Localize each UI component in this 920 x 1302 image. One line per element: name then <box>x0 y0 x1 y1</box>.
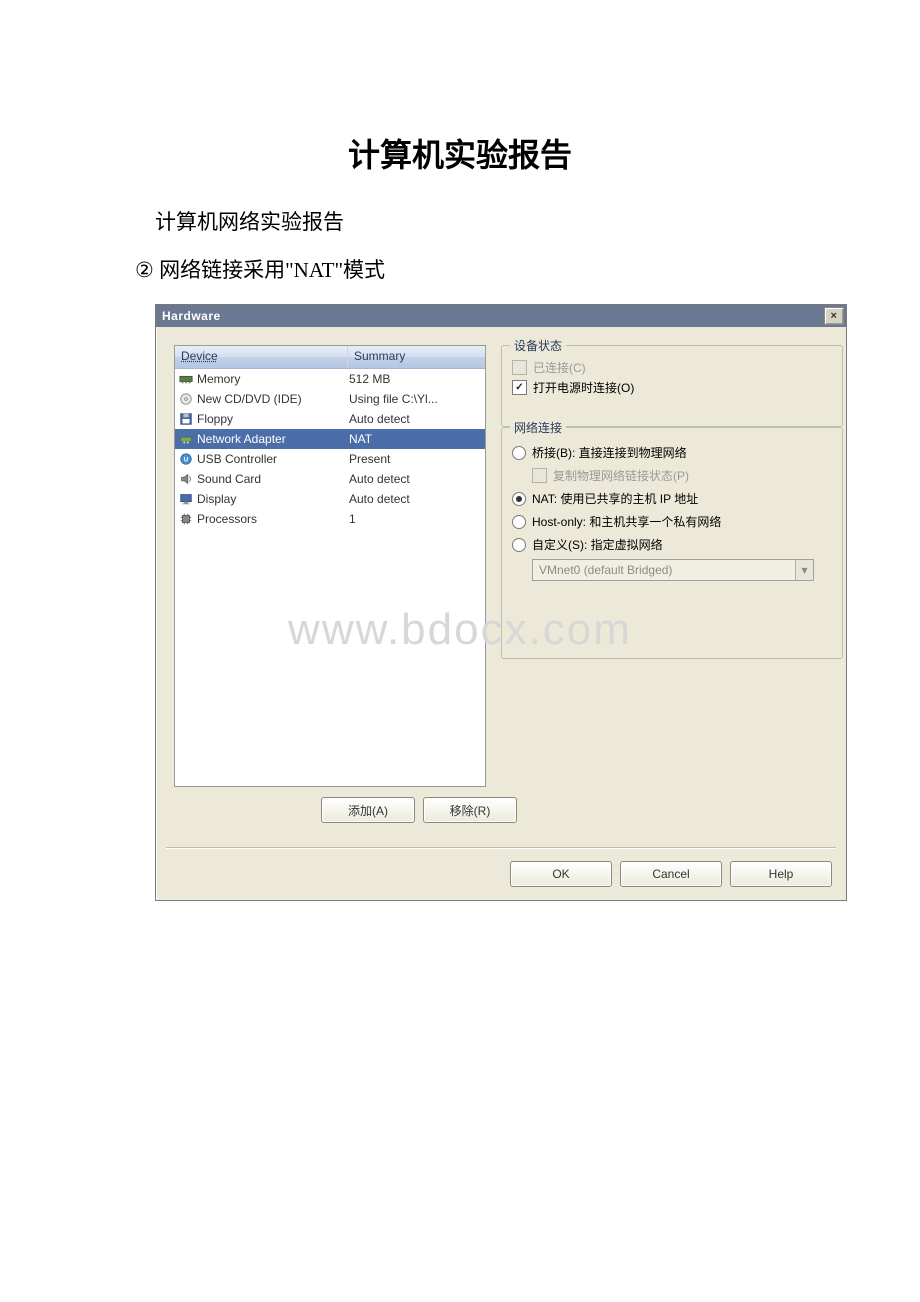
device-name: Network Adapter <box>197 432 286 446</box>
device-summary: 1 <box>343 512 485 526</box>
connected-label: 已连接(C) <box>533 359 586 376</box>
network-icon <box>179 432 193 446</box>
list-item[interactable]: U USB Controller Present <box>175 449 485 469</box>
device-name: Floppy <box>197 412 233 426</box>
device-name: Display <box>197 492 236 506</box>
list-item[interactable]: New CD/DVD (IDE) Using file C:\Yl... <box>175 389 485 409</box>
list-item[interactable]: Network Adapter NAT <box>175 429 485 449</box>
hardware-dialog: Hardware × Device Summary Memory <box>155 304 847 901</box>
device-name: New CD/DVD (IDE) <box>197 392 302 406</box>
add-button[interactable]: 添加(A) <box>321 797 415 823</box>
bridged-label: 桥接(B): 直接连接到物理网络 <box>532 444 687 461</box>
nat-radio[interactable] <box>512 492 526 506</box>
header-device[interactable]: Device <box>175 346 348 368</box>
memory-icon <box>179 372 193 386</box>
close-icon: × <box>831 310 838 322</box>
connected-checkbox <box>512 360 527 375</box>
instruction-marker: ② <box>135 258 154 283</box>
close-button[interactable]: × <box>824 307 844 325</box>
dialog-body: Device Summary Memory 512 MB <box>156 327 846 900</box>
device-summary: Auto detect <box>343 492 485 506</box>
device-name: Processors <box>197 512 257 526</box>
list-item[interactable]: Floppy Auto detect <box>175 409 485 429</box>
header-summary[interactable]: Summary <box>348 346 485 368</box>
instruction-text: 网络链接采用"NAT"模式 <box>159 258 385 282</box>
list-item[interactable]: Display Auto detect <box>175 489 485 509</box>
instruction-line: ② 网络链接采用"NAT"模式 <box>135 254 855 284</box>
ok-button[interactable]: OK <box>510 861 612 887</box>
dialog-titlebar: Hardware × <box>156 305 846 327</box>
custom-label: 自定义(S): 指定虚拟网络 <box>532 536 663 553</box>
device-summary: 512 MB <box>343 372 485 386</box>
network-connection-group: 网络连接 桥接(B): 直接连接到物理网络 复制物理网络链接状态(P) NAT:… <box>501 427 843 659</box>
device-list-header: Device Summary <box>175 346 485 369</box>
list-item[interactable]: Sound Card Auto detect <box>175 469 485 489</box>
list-item[interactable]: Memory 512 MB <box>175 369 485 389</box>
device-name: Sound Card <box>197 472 261 486</box>
chevron-down-icon: ▾ <box>795 560 813 580</box>
vmnet-combo: VMnet0 (default Bridged) ▾ <box>532 559 814 581</box>
processor-icon <box>179 512 193 526</box>
network-connection-label: 网络连接 <box>510 419 566 436</box>
replicate-checkbox <box>532 468 547 483</box>
floppy-icon <box>179 412 193 426</box>
list-item[interactable]: Processors 1 <box>175 509 485 529</box>
dialog-title: Hardware <box>162 309 824 323</box>
page-title: 计算机实验报告 <box>65 130 855 176</box>
hostonly-radio[interactable] <box>512 515 526 529</box>
device-name: USB Controller <box>197 452 277 466</box>
svg-text:U: U <box>184 457 189 464</box>
device-status-label: 设备状态 <box>510 337 566 354</box>
device-summary: Present <box>343 452 485 466</box>
hostonly-label: Host-only: 和主机共享一个私有网络 <box>532 513 721 530</box>
cd-icon <box>179 392 193 406</box>
replicate-label: 复制物理网络链接状态(P) <box>553 467 689 484</box>
device-summary: Auto detect <box>343 412 485 426</box>
sound-icon <box>179 472 193 486</box>
connect-on-power-checkbox[interactable]: ✓ <box>512 380 527 395</box>
remove-button[interactable]: 移除(R) <box>423 797 517 823</box>
device-summary: Using file C:\Yl... <box>343 392 485 406</box>
custom-radio[interactable] <box>512 538 526 552</box>
usb-icon: U <box>179 452 193 466</box>
device-name: Memory <box>197 372 240 386</box>
page-subtitle: 计算机网络实验报告 <box>155 206 855 236</box>
bridged-radio[interactable] <box>512 446 526 460</box>
help-button[interactable]: Help <box>730 861 832 887</box>
separator <box>166 847 836 849</box>
device-summary: NAT <box>343 432 485 446</box>
display-icon <box>179 492 193 506</box>
cancel-button[interactable]: Cancel <box>620 861 722 887</box>
nat-label: NAT: 使用已共享的主机 IP 地址 <box>532 490 698 507</box>
device-status-group: 设备状态 已连接(C) ✓ 打开电源时连接(O) <box>501 345 843 427</box>
connect-on-power-label: 打开电源时连接(O) <box>533 379 634 396</box>
device-summary: Auto detect <box>343 472 485 486</box>
device-list[interactable]: Device Summary Memory 512 MB <box>174 345 486 787</box>
vmnet-combo-value: VMnet0 (default Bridged) <box>533 563 795 577</box>
